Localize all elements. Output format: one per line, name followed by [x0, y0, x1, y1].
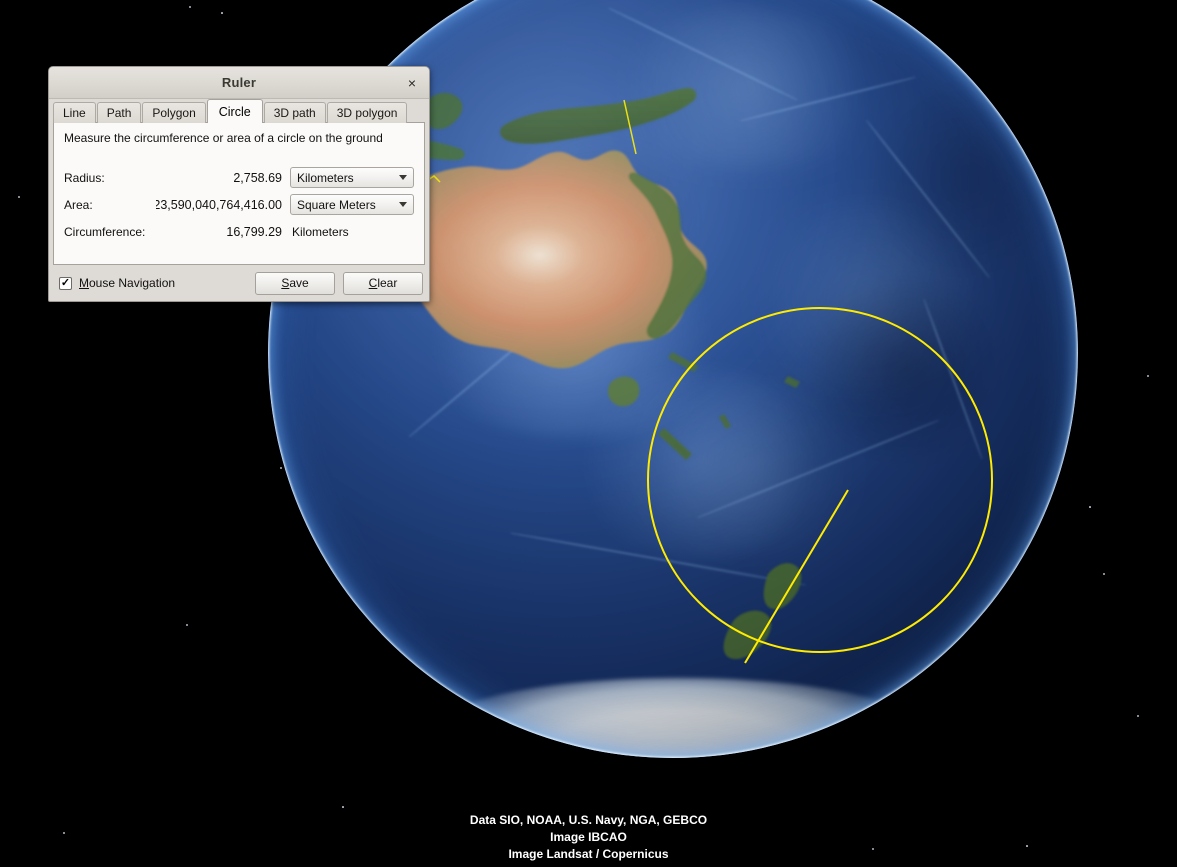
- mnemonic-letter: M: [79, 276, 89, 290]
- button-label-rest: lear: [377, 276, 398, 290]
- google-earth-window: Ruler × Line Path Polygon Circle 3D path…: [0, 0, 1177, 867]
- ruler-dialog[interactable]: Ruler × Line Path Polygon Circle 3D path…: [48, 66, 430, 302]
- close-icon[interactable]: ×: [403, 74, 421, 92]
- circumference-value: 16,799.29: [226, 224, 282, 239]
- mouse-navigation-label: Mouse Navigation: [79, 276, 175, 290]
- dialog-button-bar: ✓ Mouse Navigation Save Clear: [49, 265, 429, 301]
- panel-description: Measure the circumference or area of a c…: [64, 131, 383, 145]
- measurement-row-area: Area: 23,590,040,764,416.00 Square Meter…: [64, 192, 414, 217]
- tab-label: Polygon: [152, 106, 196, 120]
- tab-circle[interactable]: Circle: [206, 99, 263, 123]
- clear-button[interactable]: Clear: [343, 271, 423, 295]
- measurement-panel: Measure the circumference or area of a c…: [53, 122, 425, 265]
- mnemonic-letter: S: [281, 276, 290, 290]
- tab-polygon[interactable]: Polygon: [142, 102, 206, 123]
- tab-line[interactable]: Line: [53, 102, 96, 123]
- tab-3d-polygon[interactable]: 3D polygon: [326, 102, 408, 123]
- ruler-radius-line: [744, 489, 849, 664]
- measurement-row-radius: Radius: 2,758.69 Kilometers: [64, 165, 414, 190]
- area-unit-label: Square Meters: [297, 197, 376, 212]
- label-rest: ouse Navigation: [89, 276, 176, 290]
- radius-unit-dropdown[interactable]: Kilometers: [290, 167, 414, 188]
- button-label-rest: ave: [289, 276, 309, 290]
- tab-label: Path: [106, 106, 132, 120]
- tab-3d-path[interactable]: 3D path: [263, 102, 326, 123]
- tab-label: 3D path: [273, 106, 316, 120]
- mnemonic-letter: C: [368, 276, 378, 290]
- radius-label: Radius:: [64, 170, 105, 185]
- save-button[interactable]: Save: [255, 271, 335, 295]
- tab-label: Line: [63, 106, 86, 120]
- tab-bar[interactable]: Line Path Polygon Circle 3D path 3D poly…: [49, 99, 429, 123]
- mouse-navigation-checkbox-row[interactable]: ✓ Mouse Navigation: [59, 276, 247, 290]
- area-value: 23,590,040,764,416.00: [156, 197, 282, 212]
- ruler-circle: [647, 307, 993, 653]
- radius-value: 2,758.69: [233, 170, 282, 185]
- chevron-down-icon: [399, 175, 407, 180]
- circumference-label: Circumference:: [64, 224, 146, 239]
- radius-unit-label: Kilometers: [297, 170, 354, 185]
- mouse-navigation-checkbox[interactable]: ✓: [59, 276, 72, 290]
- dialog-title: Ruler: [221, 75, 257, 90]
- dialog-titlebar[interactable]: Ruler ×: [49, 67, 429, 99]
- tab-path[interactable]: Path: [96, 102, 142, 123]
- measurement-row-circumference: Circumference: 16,799.29 Kilometers: [64, 219, 414, 244]
- area-label: Area:: [64, 197, 93, 212]
- area-unit-dropdown[interactable]: Square Meters: [290, 194, 414, 215]
- circumference-unit-label: Kilometers: [292, 224, 349, 239]
- tab-label: Circle: [218, 104, 251, 119]
- tab-label: 3D polygon: [336, 106, 398, 120]
- chevron-down-icon: [399, 202, 407, 207]
